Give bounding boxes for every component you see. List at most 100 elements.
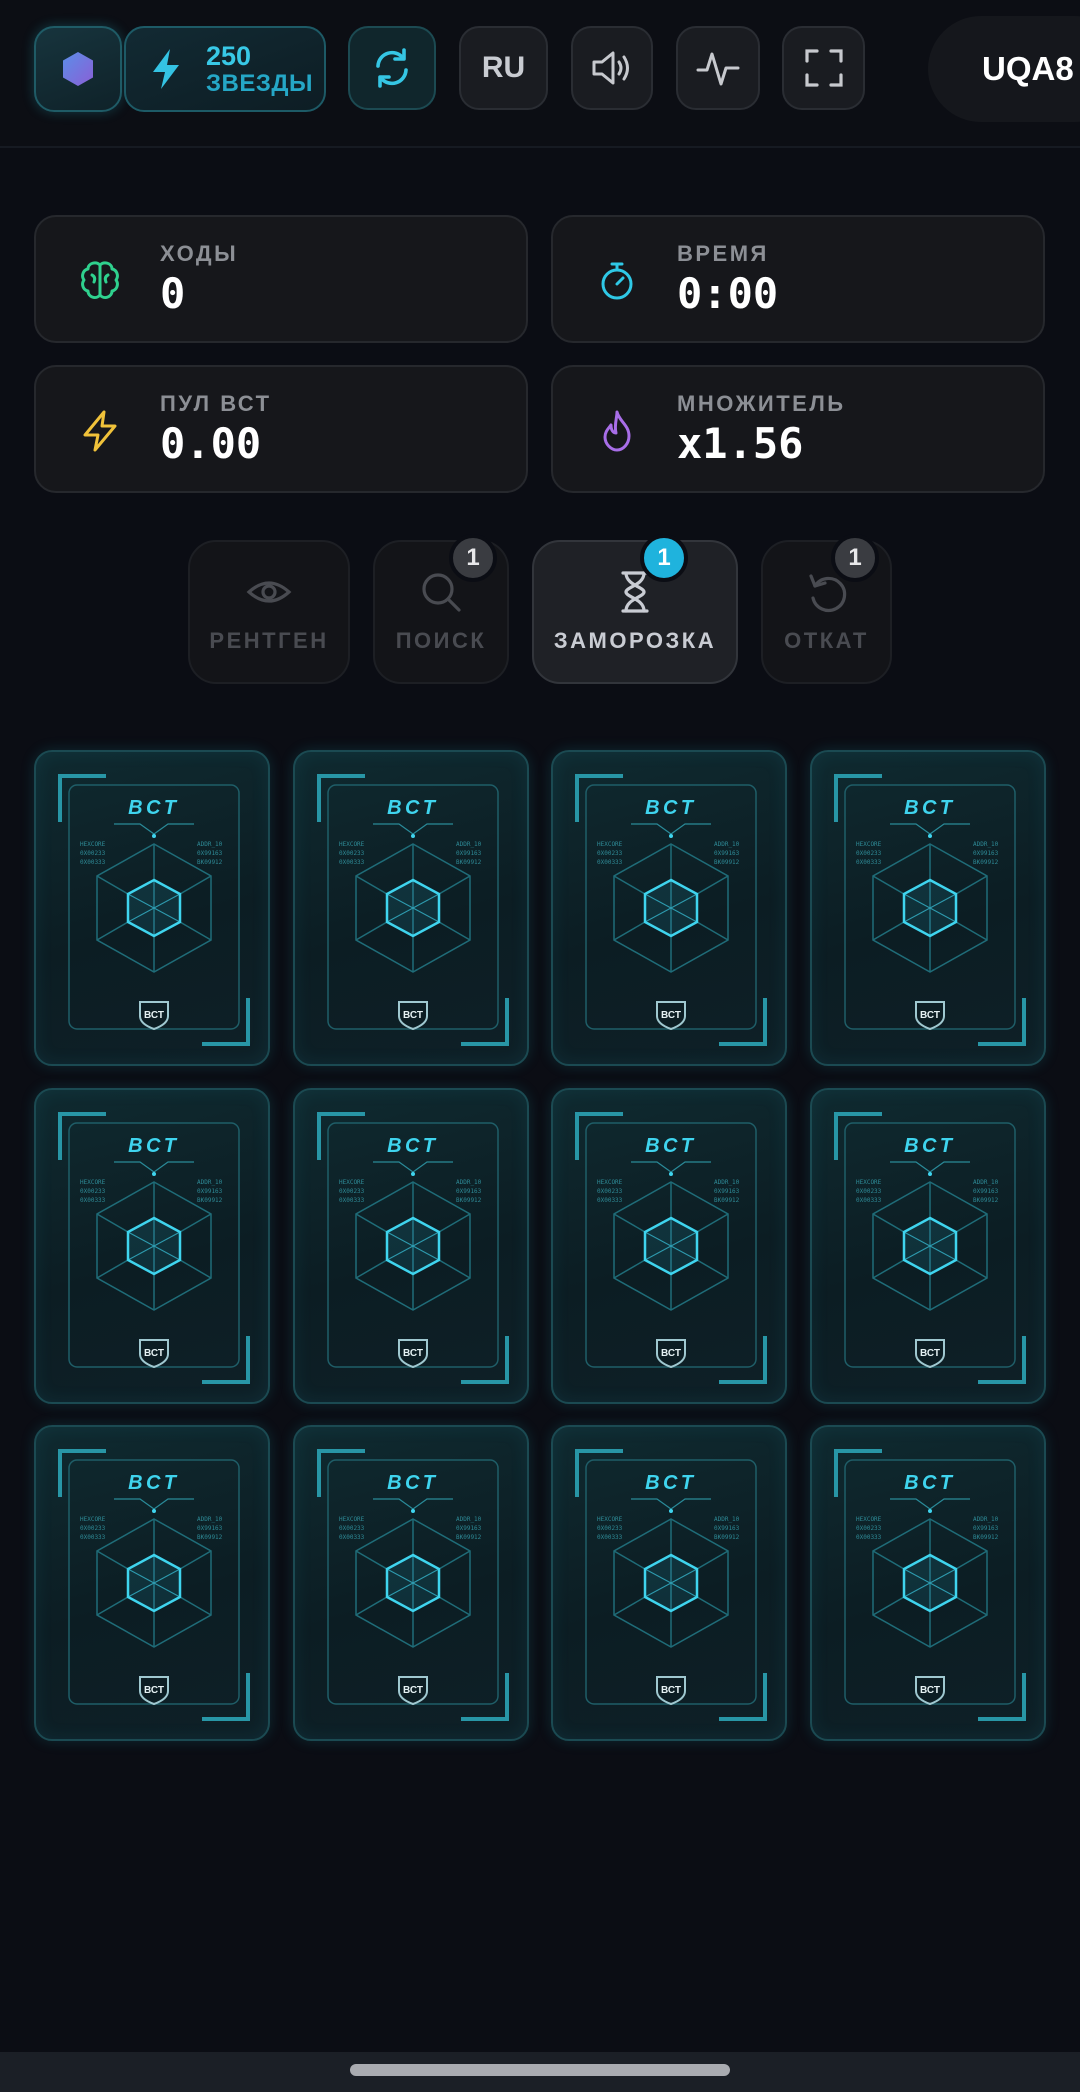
card-shield-text: ВСТ — [920, 1348, 940, 1359]
card-title: ВСТ — [387, 797, 439, 819]
home-indicator[interactable] — [350, 2064, 730, 2076]
stat-moves: ХОДЫ 0 — [34, 215, 528, 343]
card-code-right: 0X99163 — [973, 1188, 999, 1195]
card-code-left: HEXCORE — [80, 1179, 106, 1186]
card-code-left: 0X00333 — [80, 859, 106, 866]
card-code-right: 0X99163 — [456, 1525, 482, 1532]
card-code-left: 0X00233 — [597, 1188, 623, 1195]
card-title: ВСТ — [387, 1472, 439, 1494]
card-code-right: ADDR_10 — [714, 1516, 740, 1523]
memory-card[interactable]: ВСТ HEXCORE 0X00233 0X00333 ADDR_10 0X99… — [551, 750, 787, 1066]
card-back-art: ВСТ HEXCORE 0X00233 0X00333 ADDR_10 0X99… — [317, 1449, 509, 1721]
stars-balance-button[interactable]: 250 ЗВЕЗДЫ — [124, 26, 326, 112]
card-code-right: 0X99163 — [714, 850, 740, 857]
lightning-icon — [83, 410, 117, 452]
stars-label: ЗВЕЗДЫ — [206, 69, 314, 97]
card-code-right: BK09912 — [197, 1534, 223, 1541]
card-title: ВСТ — [387, 1135, 439, 1157]
shield-badge-icon: ВСТ — [139, 1001, 169, 1031]
memory-card[interactable]: ВСТ HEXCORE 0X00233 0X00333 ADDR_10 0X99… — [34, 1088, 270, 1404]
card-code-right: BK09912 — [197, 1197, 223, 1204]
shield-badge-icon: ВСТ — [656, 1001, 686, 1031]
card-title: ВСТ — [904, 1135, 956, 1157]
card-code-left: 0X00233 — [856, 1188, 882, 1195]
card-code-left: 0X00333 — [339, 859, 365, 866]
card-back-art: ВСТ HEXCORE 0X00233 0X00333 ADDR_10 0X99… — [58, 774, 250, 1046]
stat-value: 0 — [160, 269, 186, 318]
card-code-left: HEXCORE — [856, 841, 882, 848]
shield-badge-icon: ВСТ — [139, 1676, 169, 1706]
card-code-left: 0X00333 — [597, 1197, 623, 1204]
card-back-art: ВСТ HEXCORE 0X00233 0X00333 ADDR_10 0X99… — [575, 774, 767, 1046]
card-code-left: HEXCORE — [339, 1516, 365, 1523]
powerup-xray-button[interactable]: РЕНТГЕН — [188, 540, 350, 684]
card-back-art: ВСТ HEXCORE 0X00233 0X00333 ADDR_10 0X99… — [58, 1449, 250, 1721]
card-code-right: BK09912 — [714, 859, 740, 866]
powerup-search-button[interactable]: ПОИСК 1 — [373, 534, 509, 684]
card-shield-text: ВСТ — [144, 1010, 164, 1021]
card-code-left: 0X00333 — [597, 1534, 623, 1541]
memory-card[interactable]: ВСТ HEXCORE 0X00233 0X00333 ADDR_10 0X99… — [551, 1088, 787, 1404]
card-code-left: 0X00233 — [339, 1188, 365, 1195]
top-bar: 250 ЗВЕЗДЫ RU UQA8 — [0, 0, 1080, 148]
card-code-right: 0X99163 — [973, 1525, 999, 1532]
memory-card[interactable]: ВСТ HEXCORE 0X00233 0X00333 ADDR_10 0X99… — [293, 750, 529, 1066]
card-shield-text: ВСТ — [661, 1010, 681, 1021]
powerup-label: ОТКАТ — [784, 628, 869, 653]
sound-button[interactable] — [571, 26, 653, 110]
memory-card[interactable]: ВСТ HEXCORE 0X00233 0X00333 ADDR_10 0X99… — [551, 1425, 787, 1741]
memory-card[interactable]: ВСТ HEXCORE 0X00233 0X00333 ADDR_10 0X99… — [34, 1425, 270, 1741]
card-shield-text: ВСТ — [144, 1348, 164, 1359]
memory-card[interactable]: ВСТ HEXCORE 0X00233 0X00333 ADDR_10 0X99… — [293, 1425, 529, 1741]
activity-button[interactable] — [676, 26, 760, 110]
app-logo-button[interactable] — [34, 26, 122, 112]
stat-label: ВРЕМЯ — [677, 241, 769, 266]
refresh-button[interactable] — [348, 26, 436, 110]
card-code-left: 0X00333 — [856, 859, 882, 866]
card-shield-text: ВСТ — [920, 1010, 940, 1021]
shield-badge-icon: ВСТ — [915, 1001, 945, 1031]
card-shield-text: ВСТ — [403, 1348, 423, 1359]
powerup-undo-button[interactable]: ОТКАТ 1 — [761, 534, 892, 684]
card-code-left: 0X00233 — [597, 1525, 623, 1532]
shield-badge-icon: ВСТ — [915, 1676, 945, 1706]
card-code-left: 0X00333 — [80, 1197, 106, 1204]
language-button[interactable]: RU — [459, 26, 548, 110]
fullscreen-icon — [804, 49, 843, 87]
powerup-count-badge: 1 — [449, 534, 497, 582]
card-back-art: ВСТ HEXCORE 0X00233 0X00333 ADDR_10 0X99… — [575, 1449, 767, 1721]
card-shield-text: ВСТ — [661, 1348, 681, 1359]
card-title: ВСТ — [904, 797, 956, 819]
card-code-left: HEXCORE — [597, 1516, 623, 1523]
card-code-right: BK09912 — [714, 1197, 740, 1204]
stars-amount: 250 — [206, 40, 252, 71]
stat-value: 0:00 — [677, 269, 779, 318]
card-shield-text: ВСТ — [920, 1685, 940, 1696]
memory-card[interactable]: ВСТ HEXCORE 0X00233 0X00333 ADDR_10 0X99… — [810, 750, 1046, 1066]
card-back-art: ВСТ HEXCORE 0X00233 0X00333 ADDR_10 0X99… — [575, 1112, 767, 1384]
card-code-left: 0X00333 — [339, 1534, 365, 1541]
powerup-freeze-button[interactable]: ЗАМОРОЗКА 1 — [532, 534, 738, 684]
memory-card[interactable]: ВСТ HEXCORE 0X00233 0X00333 ADDR_10 0X99… — [34, 750, 270, 1066]
memory-card[interactable]: ВСТ HEXCORE 0X00233 0X00333 ADDR_10 0X99… — [293, 1088, 529, 1404]
card-back-art: ВСТ HEXCORE 0X00233 0X00333 ADDR_10 0X99… — [834, 774, 1026, 1046]
memory-card[interactable]: ВСТ HEXCORE 0X00233 0X00333 ADDR_10 0X99… — [810, 1425, 1046, 1741]
hexagon-gem-icon — [63, 52, 93, 86]
fullscreen-button[interactable] — [782, 26, 865, 110]
stat-label: ПУЛ ВСТ — [160, 391, 272, 416]
user-wallet-pill[interactable]: UQA8 — [928, 16, 1080, 122]
card-title: ВСТ — [645, 797, 697, 819]
memory-card[interactable]: ВСТ HEXCORE 0X00233 0X00333 ADDR_10 0X99… — [810, 1088, 1046, 1404]
powerup-label: РЕНТГЕН — [209, 628, 329, 653]
card-code-right: BK09912 — [197, 859, 223, 866]
card-code-right: ADDR_10 — [456, 841, 482, 848]
card-code-right: BK09912 — [714, 1534, 740, 1541]
card-code-left: 0X00233 — [856, 1525, 882, 1532]
shield-badge-icon: ВСТ — [915, 1339, 945, 1369]
card-code-left: 0X00233 — [80, 850, 106, 857]
shield-badge-icon: ВСТ — [656, 1339, 686, 1369]
speaker-icon — [592, 51, 629, 85]
powerup-count-badge: 1 — [831, 534, 879, 582]
card-code-left: 0X00333 — [856, 1197, 882, 1204]
card-back-art: ВСТ HEXCORE 0X00233 0X00333 ADDR_10 0X99… — [834, 1112, 1026, 1384]
